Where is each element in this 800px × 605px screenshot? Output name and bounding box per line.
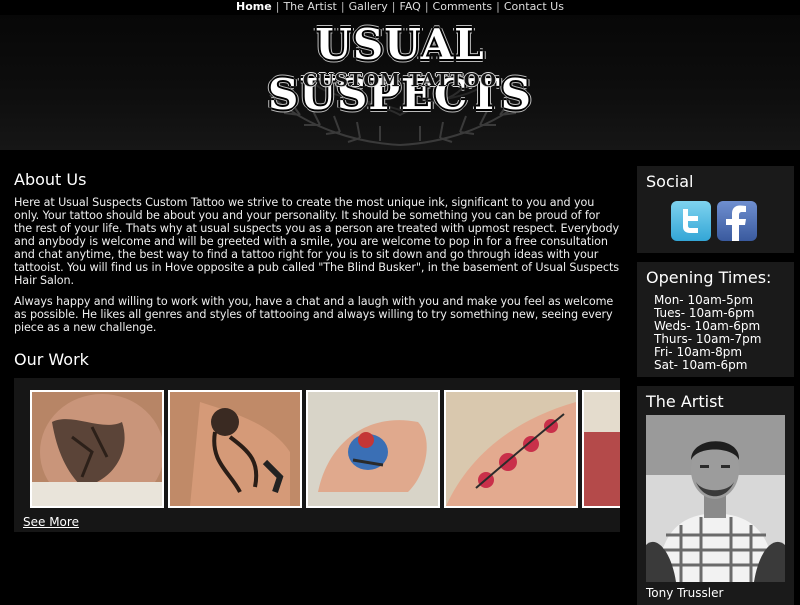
nav-the-artist[interactable]: The Artist bbox=[283, 0, 336, 13]
social-title: Social bbox=[646, 172, 694, 191]
opening-times-title: Opening Times: bbox=[646, 268, 772, 287]
site-header: USUAL SUSPECTS CUSTOM TATTOO bbox=[0, 15, 800, 150]
our-work-title: Our Work bbox=[14, 350, 89, 369]
nav-separator: | bbox=[496, 0, 500, 13]
artist-name: Tony Trussler bbox=[646, 586, 724, 600]
about-title: About Us bbox=[14, 170, 87, 189]
artist-panel: The Artist Tony Trussler bbox=[637, 386, 794, 605]
opening-time-item: Sat- 10am-6pm bbox=[654, 358, 748, 372]
gallery-thumb[interactable] bbox=[30, 390, 164, 508]
main-content: About Us Here at Usual Suspects Custom T… bbox=[14, 170, 620, 532]
nav-separator: | bbox=[391, 0, 396, 13]
artist-title: The Artist bbox=[646, 392, 724, 411]
see-more-link[interactable]: See More bbox=[23, 515, 79, 529]
gallery-thumb[interactable] bbox=[444, 390, 578, 508]
nav-home[interactable]: Home bbox=[236, 0, 272, 13]
work-gallery: See More bbox=[14, 378, 620, 532]
nav-contact-us[interactable]: Contact Us bbox=[504, 0, 564, 13]
about-paragraph: Always happy and willing to work with yo… bbox=[14, 295, 614, 334]
gallery-thumb[interactable] bbox=[168, 390, 302, 508]
artist-photo[interactable] bbox=[646, 415, 785, 582]
about-paragraph: Here at Usual Suspects Custom Tattoo we … bbox=[14, 196, 620, 287]
social-panel: Social bbox=[637, 166, 794, 253]
nav-separator: | bbox=[275, 0, 280, 13]
nav-comments[interactable]: Comments bbox=[433, 0, 493, 13]
logo-subtitle: CUSTOM TATTOO bbox=[302, 70, 498, 91]
gallery-thumb[interactable] bbox=[306, 390, 440, 508]
twitter-icon[interactable] bbox=[671, 201, 711, 241]
nav-separator: | bbox=[340, 0, 345, 13]
opening-times-panel: Opening Times: Mon- 10am-5pm Tues- 10am-… bbox=[637, 262, 794, 377]
nav-faq[interactable]: FAQ bbox=[400, 0, 421, 13]
top-nav: Home | The Artist | Gallery | FAQ | Comments | Con… bbox=[0, 0, 800, 15]
facebook-icon[interactable] bbox=[717, 201, 757, 241]
opening-times-list: Mon- 10am-5pm Tues- 10am-6pm Weds- 10am-… bbox=[637, 288, 794, 372]
gallery-thumb[interactable] bbox=[582, 390, 620, 508]
nav-gallery[interactable]: Gallery bbox=[349, 0, 388, 13]
nav-separator: | bbox=[424, 0, 429, 13]
